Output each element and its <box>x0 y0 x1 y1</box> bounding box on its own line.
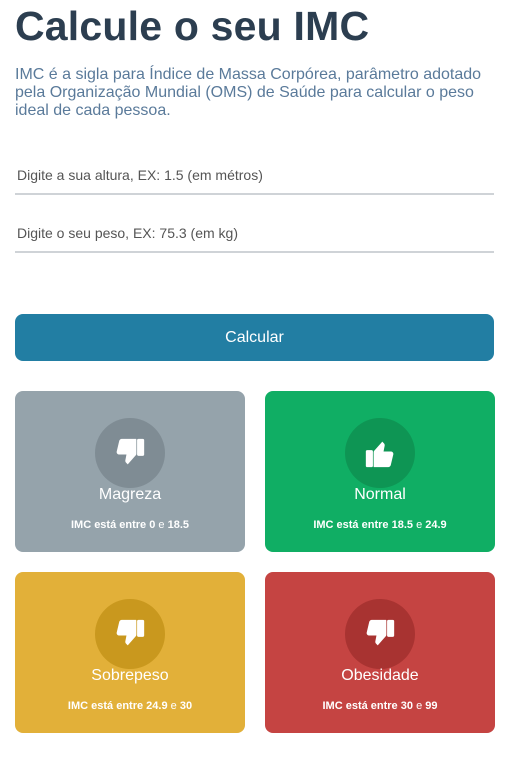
range-connector: e <box>416 700 423 712</box>
card-range: IMC está entre 24.9 e 30 <box>15 699 245 713</box>
thumbs-up-icon <box>345 418 415 488</box>
height-input[interactable] <box>15 157 494 195</box>
imc-card-magreza: Magreza IMC está entre 0 e 18.5 <box>15 391 245 552</box>
thumbs-down-icon <box>95 599 165 669</box>
range-connector: e <box>158 519 165 531</box>
card-title: Sobrepeso <box>91 667 169 684</box>
range-min: 0 <box>149 519 156 531</box>
range-max: 99 <box>425 700 438 712</box>
range-connector: e <box>170 700 177 712</box>
card-range: IMC está entre 30 e 99 <box>265 699 495 713</box>
page-title: Calcule o seu IMC <box>15 3 370 49</box>
range-prefix: IMC está entre <box>322 700 398 712</box>
range-min: 18.5 <box>391 519 413 531</box>
range-max: 18.5 <box>167 519 190 531</box>
range-max: 30 <box>179 700 193 712</box>
imc-card-obesidade: Obesidade IMC está entre 30 e 99 <box>265 572 495 733</box>
thumbs-down-icon <box>95 418 165 488</box>
imc-card-normal: Normal IMC está entre 18.5 e 24.9 <box>265 391 495 552</box>
weight-input[interactable] <box>15 215 494 253</box>
range-prefix: IMC está entre <box>313 519 389 531</box>
imc-card-sobrepeso: Sobrepeso IMC está entre 24.9 e 30 <box>15 572 245 733</box>
page-description: IMC é a sigla para Índice de Massa Corpó… <box>15 66 482 119</box>
thumbs-down-icon <box>345 599 415 669</box>
card-range: IMC está entre 18.5 e 24.9 <box>265 518 495 532</box>
range-min: 30 <box>400 700 413 712</box>
range-connector: e <box>416 519 423 531</box>
range-max: 24.9 <box>425 519 447 531</box>
card-title: Magreza <box>98 486 162 503</box>
calculate-button[interactable]: Calcular <box>15 314 494 361</box>
card-range: IMC está entre 0 e 18.5 <box>15 518 245 532</box>
range-min: 24.9 <box>146 700 168 712</box>
imc-calculator: Calcule o seu IMC IMC é a sigla para Índ… <box>15 0 495 733</box>
range-prefix: IMC está entre <box>67 700 144 712</box>
card-title: Normal <box>354 486 406 503</box>
card-title: Obesidade <box>341 667 419 684</box>
range-prefix: IMC está entre <box>70 519 147 531</box>
